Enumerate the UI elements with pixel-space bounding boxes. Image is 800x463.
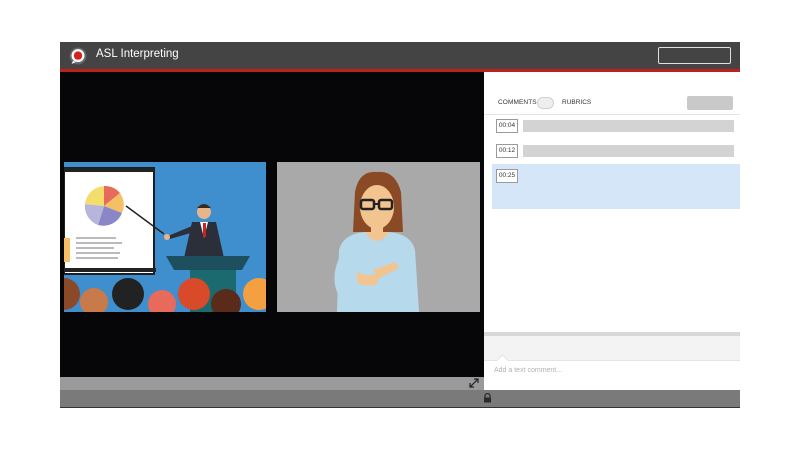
comment-text-placeholder [523, 145, 734, 157]
tab-comments[interactable]: COMMENTS [498, 99, 537, 106]
video-player[interactable] [60, 72, 484, 377]
comments-panel: COMMENTS RUBRICS 00:04 00:12 00:25 Add a… [484, 72, 740, 391]
comment-row[interactable]: 00:12 [492, 143, 740, 159]
app-title: ASL Interpreting [96, 48, 179, 60]
video-controls-bar [60, 377, 484, 390]
interpreter-video [277, 162, 480, 312]
expand-icon[interactable] [469, 378, 479, 388]
comment-timestamp[interactable]: 00:12 [496, 144, 518, 158]
presenter-video [64, 162, 266, 312]
panel-action-button[interactable] [687, 96, 733, 110]
tab-rubrics[interactable]: RUBRICS [562, 99, 591, 106]
comment-timestamp[interactable]: 00:04 [496, 119, 518, 133]
comment-composer: Add a text comment... [484, 336, 740, 391]
comment-row[interactable]: 00:04 [492, 118, 740, 134]
header-button[interactable] [658, 47, 731, 64]
app-logo-icon [69, 47, 87, 65]
title-bar: ASL Interpreting [60, 42, 740, 72]
comment-text-placeholder [523, 120, 734, 132]
comment-input[interactable]: Add a text comment... [484, 354, 740, 391]
comment-row-selected[interactable]: 00:25 [492, 164, 740, 209]
interpreter-illustration [277, 162, 480, 312]
comments-rubrics-toggle[interactable] [537, 97, 554, 109]
bottom-bar [60, 390, 740, 408]
comment-input-placeholder: Add a text comment... [494, 367, 563, 374]
comment-timestamp[interactable]: 00:25 [496, 169, 518, 183]
lock-icon[interactable] [483, 393, 492, 403]
panel-tabs: COMMENTS RUBRICS [484, 92, 740, 115]
app-window: ASL Interpreting COMMENTS RUBRICS 00:04 … [60, 42, 740, 408]
presenter-illustration [64, 162, 266, 312]
composer-notch [496, 354, 509, 367]
